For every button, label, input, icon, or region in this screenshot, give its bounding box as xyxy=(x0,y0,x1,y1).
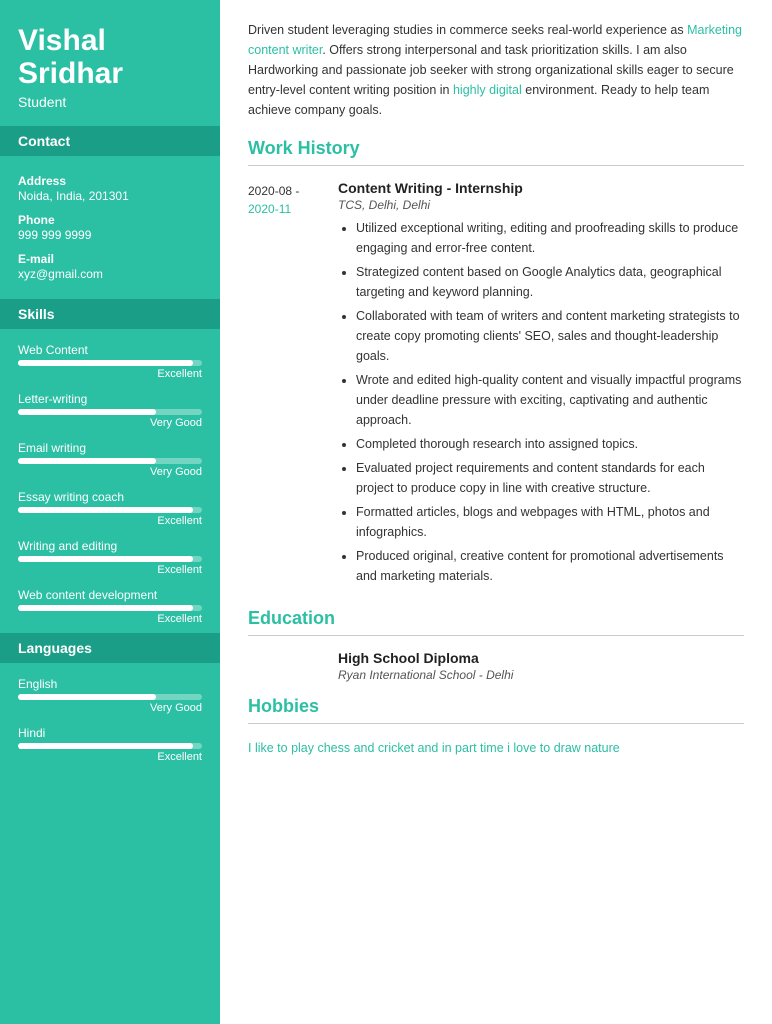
work-date-end: 2020-11 xyxy=(248,202,291,216)
sidebar-name-block: Vishal Sridhar Student xyxy=(0,0,220,126)
skill-block: Web Content Excellent xyxy=(0,339,220,388)
skill-bar-bg xyxy=(18,605,202,611)
skill-bar-fill xyxy=(18,556,193,562)
education-container: High School Diploma Ryan International S… xyxy=(248,650,744,682)
skill-bar-fill xyxy=(18,360,193,366)
skill-level: Excellent xyxy=(18,613,202,625)
language-block: Hindi Excellent xyxy=(0,722,220,771)
education-title: Education xyxy=(248,608,744,629)
language-bar-bg xyxy=(18,743,202,749)
work-bullets-list: Utilized exceptional writing, editing an… xyxy=(338,218,744,586)
skill-level: Very Good xyxy=(18,466,202,478)
skill-bar-bg xyxy=(18,556,202,562)
skill-block: Essay writing coach Excellent xyxy=(0,486,220,535)
address-value: Noida, India, 201301 xyxy=(18,189,202,203)
skills-section-title: Skills xyxy=(0,299,220,329)
skill-bar-fill xyxy=(18,458,156,464)
skill-level: Excellent xyxy=(18,515,202,527)
work-bullet: Strategized content based on Google Anal… xyxy=(356,262,744,302)
work-date-start: 2020-08 - xyxy=(248,184,299,198)
skill-name: Writing and editing xyxy=(18,539,202,553)
language-bar-fill xyxy=(18,743,193,749)
phone-value: 999 999 9999 xyxy=(18,228,202,242)
work-title: Content Writing - Internship xyxy=(338,180,744,196)
digital-link[interactable]: highly digital xyxy=(453,83,522,97)
work-entries-container: 2020-08 - 2020-11 Content Writing - Inte… xyxy=(248,180,744,590)
skill-level: Excellent xyxy=(18,564,202,576)
work-company: TCS, Delhi, Delhi xyxy=(338,198,744,212)
work-details: Content Writing - Internship TCS, Delhi,… xyxy=(338,180,744,590)
candidate-name: Vishal Sridhar xyxy=(18,24,202,90)
skill-bar-bg xyxy=(18,409,202,415)
skill-bar-bg xyxy=(18,360,202,366)
skill-block: Email writing Very Good xyxy=(0,437,220,486)
contact-section-title: Contact xyxy=(0,126,220,156)
languages-container: English Very Good Hindi Excellent xyxy=(0,673,220,771)
email-label: E-mail xyxy=(18,252,202,266)
phone-label: Phone xyxy=(18,213,202,227)
language-block: English Very Good xyxy=(0,673,220,722)
language-bar-bg xyxy=(18,694,202,700)
sidebar: Vishal Sridhar Student Contact Address N… xyxy=(0,0,220,1024)
skill-name: Letter-writing xyxy=(18,392,202,406)
edu-dates xyxy=(248,650,320,682)
skill-block: Writing and editing Excellent xyxy=(0,535,220,584)
edu-degree: High School Diploma xyxy=(338,650,744,666)
work-history-title: Work History xyxy=(248,138,744,159)
hobbies-title: Hobbies xyxy=(248,696,744,717)
hobbies-text: I like to play chess and cricket and in … xyxy=(248,738,744,758)
address-label: Address xyxy=(18,174,202,188)
work-entry: 2020-08 - 2020-11 Content Writing - Inte… xyxy=(248,180,744,590)
languages-section-title: Languages xyxy=(0,633,220,663)
work-dates: 2020-08 - 2020-11 xyxy=(248,180,320,590)
skill-name: Web Content xyxy=(18,343,202,357)
skill-bar-fill xyxy=(18,507,193,513)
main-content: Driven student leveraging studies in com… xyxy=(220,0,772,1024)
education-divider xyxy=(248,635,744,636)
edu-details: High School Diploma Ryan International S… xyxy=(338,650,744,682)
contact-block: Address Noida, India, 201301 Phone 999 9… xyxy=(0,166,220,299)
language-name: English xyxy=(18,677,202,691)
language-level: Very Good xyxy=(18,702,202,714)
skill-bar-fill xyxy=(18,605,193,611)
skill-name: Essay writing coach xyxy=(18,490,202,504)
skill-bar-fill xyxy=(18,409,156,415)
language-bar-fill xyxy=(18,694,156,700)
skill-bar-bg xyxy=(18,458,202,464)
work-bullet: Completed thorough research into assigne… xyxy=(356,434,744,454)
skill-level: Very Good xyxy=(18,417,202,429)
work-bullet: Produced original, creative content for … xyxy=(356,546,744,586)
language-name: Hindi xyxy=(18,726,202,740)
hobbies-divider xyxy=(248,723,744,724)
skill-name: Web content development xyxy=(18,588,202,602)
edu-school: Ryan International School - Delhi xyxy=(338,668,744,682)
work-bullet: Collaborated with team of writers and co… xyxy=(356,306,744,366)
summary-text: Driven student leveraging studies in com… xyxy=(248,20,744,120)
skill-bar-bg xyxy=(18,507,202,513)
work-bullet: Utilized exceptional writing, editing an… xyxy=(356,218,744,258)
work-bullet: Formatted articles, blogs and webpages w… xyxy=(356,502,744,542)
skill-level: Excellent xyxy=(18,368,202,380)
work-bullet: Evaluated project requirements and conte… xyxy=(356,458,744,498)
candidate-role: Student xyxy=(18,94,202,110)
email-value: xyz@gmail.com xyxy=(18,267,202,281)
skill-block: Letter-writing Very Good xyxy=(0,388,220,437)
resume-container: Vishal Sridhar Student Contact Address N… xyxy=(0,0,772,1024)
skill-block: Web content development Excellent xyxy=(0,584,220,633)
skills-container: Web Content Excellent Letter-writing Ver… xyxy=(0,339,220,633)
work-bullet: Wrote and edited high-quality content an… xyxy=(356,370,744,430)
language-level: Excellent xyxy=(18,751,202,763)
skill-name: Email writing xyxy=(18,441,202,455)
education-entry: High School Diploma Ryan International S… xyxy=(248,650,744,682)
work-history-divider xyxy=(248,165,744,166)
